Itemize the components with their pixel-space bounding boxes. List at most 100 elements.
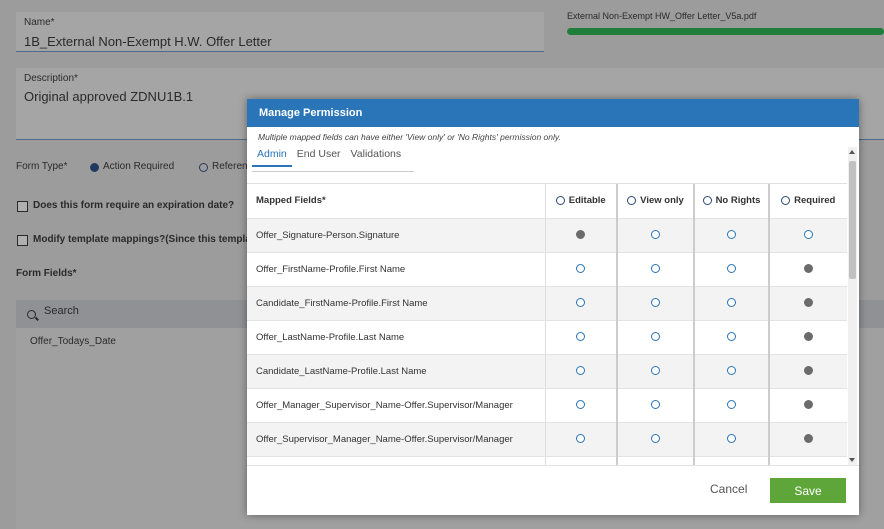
table-row xyxy=(247,456,847,465)
form-type-action-required-radio[interactable] xyxy=(90,163,99,172)
required-all-radio[interactable] xyxy=(781,196,791,206)
required-radio[interactable] xyxy=(803,264,813,274)
view-only-cell xyxy=(617,218,695,253)
view-only-cell xyxy=(617,286,695,321)
table-scrollbar[interactable] xyxy=(848,147,857,465)
editable-cell xyxy=(545,456,618,465)
view-only-cell xyxy=(617,354,695,389)
manage-permission-dialog: Manage Permission Multiple mapped fields… xyxy=(247,99,859,515)
view-only-cell xyxy=(617,388,695,423)
form-fields-label: Form Fields* xyxy=(16,268,77,279)
tab-admin[interactable]: Admin xyxy=(252,145,292,167)
scrollbar-thumb[interactable] xyxy=(849,161,856,279)
scroll-up-arrow-icon[interactable] xyxy=(849,150,855,154)
editable-cell xyxy=(545,218,618,253)
no-rights-radio[interactable] xyxy=(727,298,736,308)
view-only-cell xyxy=(617,422,695,457)
header-view-only-label: View only xyxy=(640,195,684,207)
mapped-field-name: Candidate_FirstName-Profile.First Name xyxy=(247,286,546,321)
required-cell xyxy=(769,218,847,253)
no-rights-radio[interactable] xyxy=(727,332,736,342)
header-no-rights-label: No Rights xyxy=(715,195,761,207)
no-rights-cell xyxy=(694,388,770,423)
view-only-radio[interactable] xyxy=(651,434,660,444)
required-radio[interactable] xyxy=(803,230,813,240)
no-rights-radio[interactable] xyxy=(727,264,736,274)
view-only-cell xyxy=(617,252,695,287)
required-cell xyxy=(769,456,847,465)
header-view-only[interactable]: View only xyxy=(617,184,695,219)
save-button[interactable]: Save xyxy=(770,478,846,503)
no-rights-cell xyxy=(694,218,770,253)
header-editable[interactable]: Editable xyxy=(545,184,618,219)
mapped-field-name xyxy=(247,456,546,465)
no-rights-radio[interactable] xyxy=(727,230,736,240)
no-rights-cell xyxy=(694,422,770,457)
cancel-button[interactable]: Cancel xyxy=(710,482,747,496)
table-row: Candidate_FirstName-Profile.First Name xyxy=(247,286,847,321)
editable-cell xyxy=(545,286,618,321)
editable-radio[interactable] xyxy=(576,400,586,410)
dialog-title: Manage Permission xyxy=(247,99,859,127)
scroll-down-arrow-icon[interactable] xyxy=(849,458,855,462)
table-row: Offer_Manager_Supervisor_Name-Offer.Supe… xyxy=(247,388,847,423)
editable-radio[interactable] xyxy=(576,298,586,308)
view-only-cell xyxy=(617,320,695,355)
dialog-footer: Cancel Save xyxy=(247,465,859,515)
mapped-field-name: Offer_Supervisor_Manager_Name-Offer.Supe… xyxy=(247,422,546,457)
form-type-label: Form Type* xyxy=(16,161,68,172)
editable-radio[interactable] xyxy=(576,366,586,376)
view-only-radio[interactable] xyxy=(651,298,660,308)
view-only-radio[interactable] xyxy=(651,400,660,410)
required-cell xyxy=(769,388,847,423)
view-only-radio[interactable] xyxy=(651,366,660,376)
no-rights-radio[interactable] xyxy=(727,434,736,444)
no-rights-all-radio[interactable] xyxy=(702,196,712,206)
no-rights-radio[interactable] xyxy=(727,366,736,376)
view-only-radio[interactable] xyxy=(651,264,660,274)
no-rights-cell xyxy=(694,252,770,287)
required-radio[interactable] xyxy=(803,332,813,342)
header-required[interactable]: Required xyxy=(769,184,847,219)
view-only-all-radio[interactable] xyxy=(627,196,637,206)
required-radio[interactable] xyxy=(803,366,813,376)
tab-end-user[interactable]: End User xyxy=(292,145,346,167)
no-rights-cell xyxy=(694,456,770,465)
editable-radio[interactable] xyxy=(576,264,586,274)
editable-radio[interactable] xyxy=(576,230,586,240)
modify-mappings-label: Modify template mappings?(Since this tem… xyxy=(33,234,266,245)
name-value[interactable]: 1B_External Non-Exempt H.W. Offer Letter xyxy=(24,34,272,49)
editable-cell xyxy=(545,252,618,287)
editable-radio[interactable] xyxy=(576,434,586,444)
mapped-field-name: Candidate_LastName-Profile.Last Name xyxy=(247,354,546,389)
editable-cell xyxy=(545,354,618,389)
mapped-field-name: Offer_LastName-Profile.Last Name xyxy=(247,320,546,355)
editable-all-radio[interactable] xyxy=(555,196,565,206)
permission-table: Mapped Fields* Editable View only No Rig… xyxy=(247,183,847,465)
editable-radio[interactable] xyxy=(576,332,586,342)
no-rights-radio[interactable] xyxy=(727,400,736,410)
list-item[interactable]: Offer_Todays_Date xyxy=(30,336,116,347)
view-only-radio[interactable] xyxy=(651,230,660,240)
upload-progress-fill xyxy=(567,28,884,35)
editable-cell xyxy=(545,388,618,423)
dialog-note: Multiple mapped fields can have either '… xyxy=(258,132,561,142)
required-radio[interactable] xyxy=(803,298,813,308)
header-no-rights[interactable]: No Rights xyxy=(694,184,770,219)
expiration-checkbox[interactable] xyxy=(17,201,28,212)
view-only-radio[interactable] xyxy=(651,332,660,342)
description-value[interactable]: Original approved ZDNU1B.1 xyxy=(24,89,193,104)
pdf-filename: External Non-Exempt HW_Offer Letter_V5a.… xyxy=(567,11,757,21)
required-cell xyxy=(769,354,847,389)
header-mapped-fields: Mapped Fields* xyxy=(247,184,546,219)
required-radio[interactable] xyxy=(803,434,813,444)
modify-mappings-checkbox[interactable] xyxy=(17,235,28,246)
required-radio[interactable] xyxy=(803,400,813,410)
form-type-reference-radio[interactable] xyxy=(199,163,208,172)
mapped-field-name: Offer_Signature-Person.Signature xyxy=(247,218,546,253)
required-cell xyxy=(769,286,847,321)
tab-validations[interactable]: Validations xyxy=(346,145,407,167)
expiration-label: Does this form require an expiration dat… xyxy=(33,200,235,211)
editable-cell xyxy=(545,422,618,457)
header-required-label: Required xyxy=(794,195,836,207)
